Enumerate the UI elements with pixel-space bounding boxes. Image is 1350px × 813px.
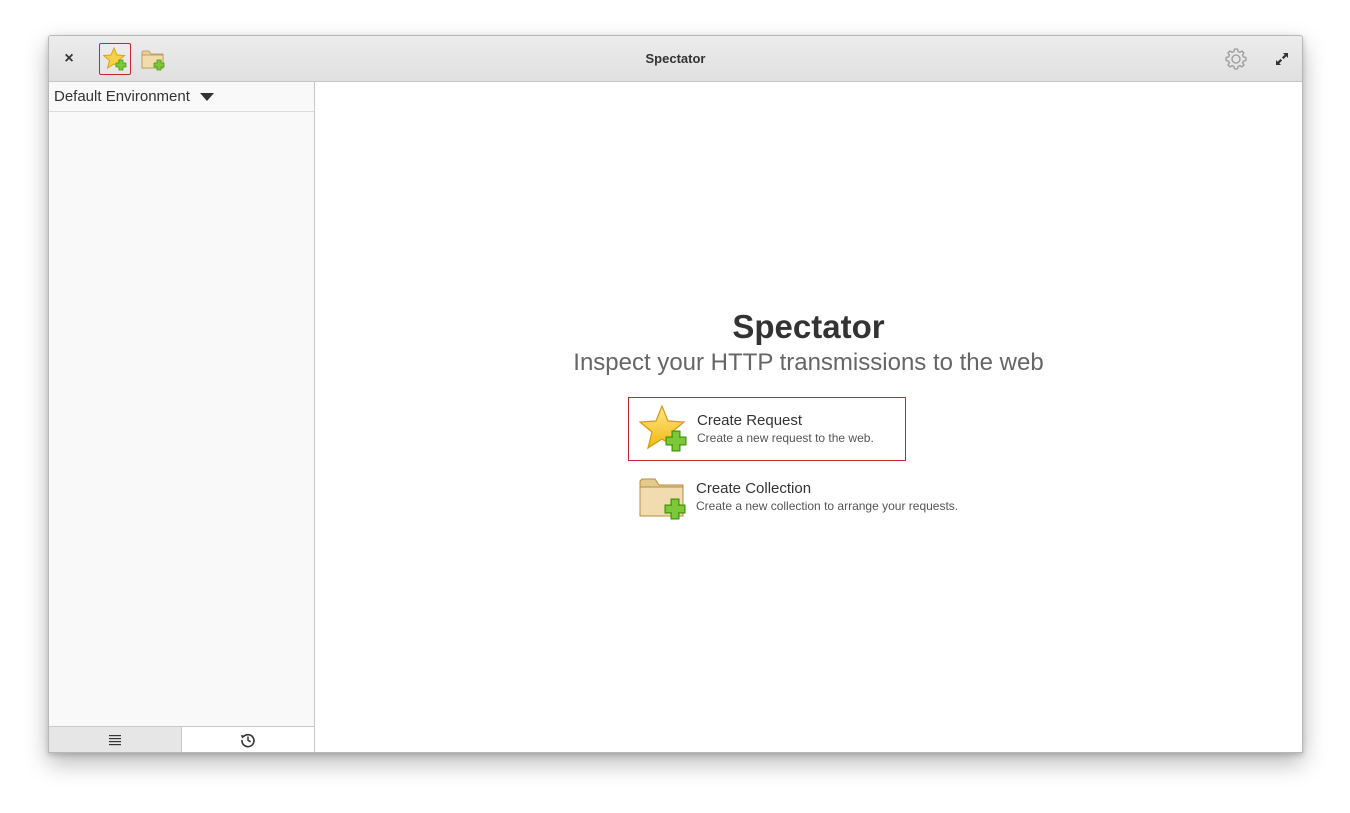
tab-history[interactable] [182, 727, 314, 752]
app-window: Spectator × Default Environment Spectato… [48, 35, 1303, 753]
create-collection-title: Create Collection [696, 480, 812, 497]
sidebar: Default Environment [49, 82, 315, 752]
gear-icon [1225, 48, 1247, 70]
create-collection-toolbar-button[interactable] [137, 43, 169, 75]
collection-list [49, 112, 314, 726]
tab-collections[interactable] [49, 727, 182, 752]
create-request-button[interactable]: Create Request Create a new request to t… [628, 397, 906, 461]
environment-label: Default Environment [54, 88, 190, 105]
create-request-title: Create Request [697, 412, 803, 429]
list-icon [109, 734, 121, 745]
create-collection-description: Create a new collection to arrange your … [696, 499, 959, 513]
welcome-subtitle: Inspect your HTTP transmissions to the w… [573, 349, 1044, 376]
window-title: Spectator [645, 51, 706, 66]
close-button[interactable]: × [53, 43, 85, 75]
folder-add-icon [639, 478, 686, 520]
history-icon [240, 733, 255, 747]
create-collection-button[interactable]: Create Collection Create a new collectio… [628, 465, 988, 529]
create-request-description: Create a new request to the web. [697, 431, 874, 445]
chevron-down-icon [199, 92, 214, 101]
welcome-view: Spectator Inspect your HTTP transmission… [315, 82, 1302, 752]
fullscreen-button[interactable] [1266, 43, 1298, 75]
sidebar-tabs [49, 726, 314, 752]
star-add-icon [639, 405, 687, 452]
headerbar: Spectator × [49, 36, 1302, 82]
folder-add-icon [141, 50, 165, 71]
create-request-toolbar-button[interactable] [99, 43, 131, 75]
welcome-title: Spectator [732, 308, 885, 345]
fullscreen-icon [1276, 53, 1288, 65]
environment-selector[interactable]: Default Environment [49, 82, 314, 112]
settings-button[interactable] [1220, 43, 1252, 75]
star-add-icon [103, 47, 127, 71]
